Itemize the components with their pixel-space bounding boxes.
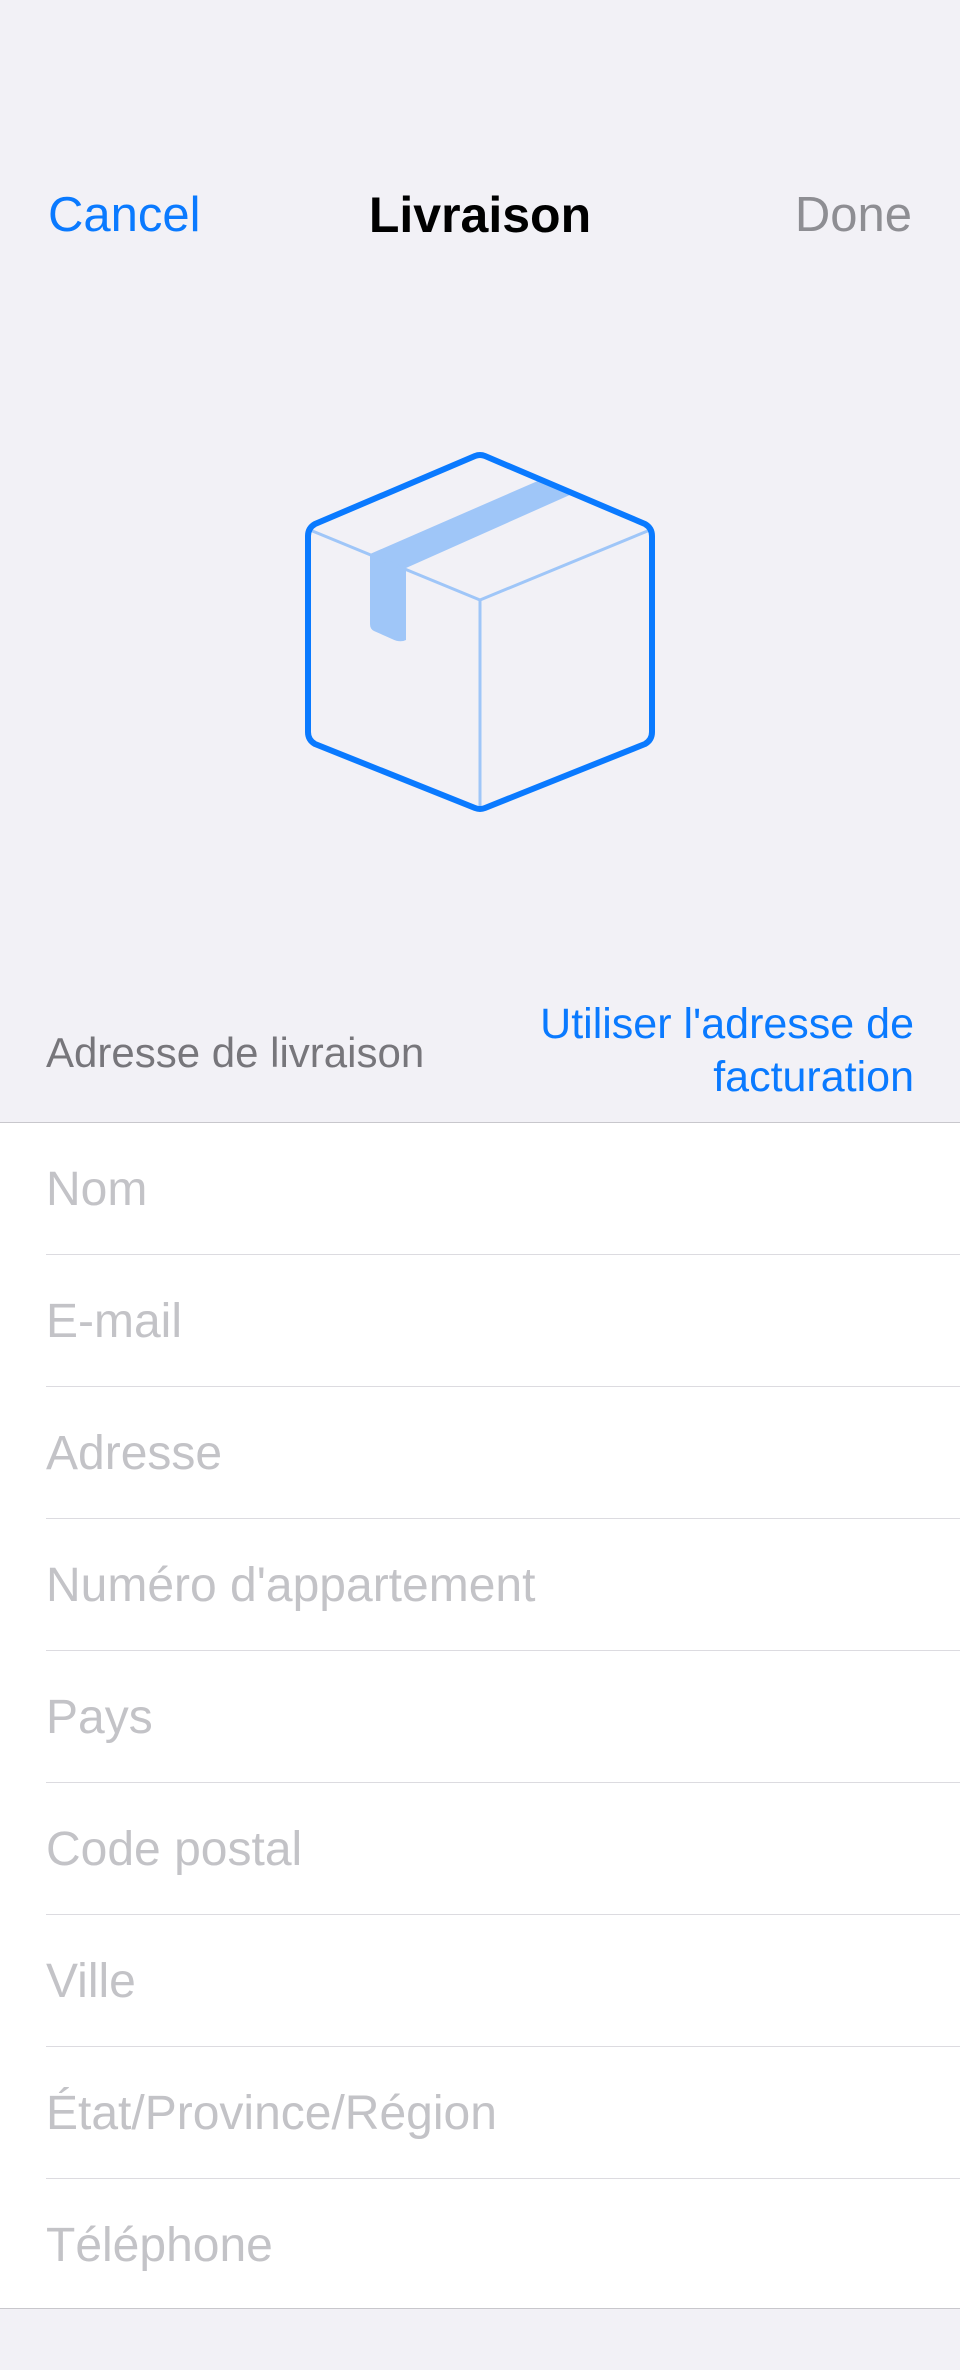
name-field[interactable] xyxy=(0,1123,960,1255)
email-input[interactable] xyxy=(46,1255,926,1387)
postal-code-field[interactable] xyxy=(0,1783,960,1915)
state-field[interactable] xyxy=(0,2047,960,2179)
done-button[interactable]: Done xyxy=(795,180,912,250)
address-input[interactable] xyxy=(46,1387,926,1519)
city-input[interactable] xyxy=(46,1915,926,2047)
shipping-form xyxy=(0,1122,960,2311)
package-box-icon xyxy=(300,450,660,820)
state-input[interactable] xyxy=(46,2047,926,2179)
phone-field[interactable] xyxy=(0,2179,960,2311)
city-field[interactable] xyxy=(0,1915,960,2047)
email-field[interactable] xyxy=(0,1255,960,1387)
country-field[interactable] xyxy=(0,1651,960,1783)
postal-code-input[interactable] xyxy=(46,1783,926,1915)
apartment-input[interactable] xyxy=(46,1519,926,1651)
address-field[interactable] xyxy=(0,1387,960,1519)
name-input[interactable] xyxy=(46,1123,926,1255)
use-billing-address-link[interactable]: Utiliser l'adresse de facturation xyxy=(454,998,914,1104)
apartment-field[interactable] xyxy=(0,1519,960,1651)
navigation-bar: Cancel Livraison Done xyxy=(0,170,960,260)
phone-input[interactable] xyxy=(46,2179,926,2311)
section-label: Adresse de livraison xyxy=(46,1029,425,1076)
country-input[interactable] xyxy=(46,1651,926,1783)
